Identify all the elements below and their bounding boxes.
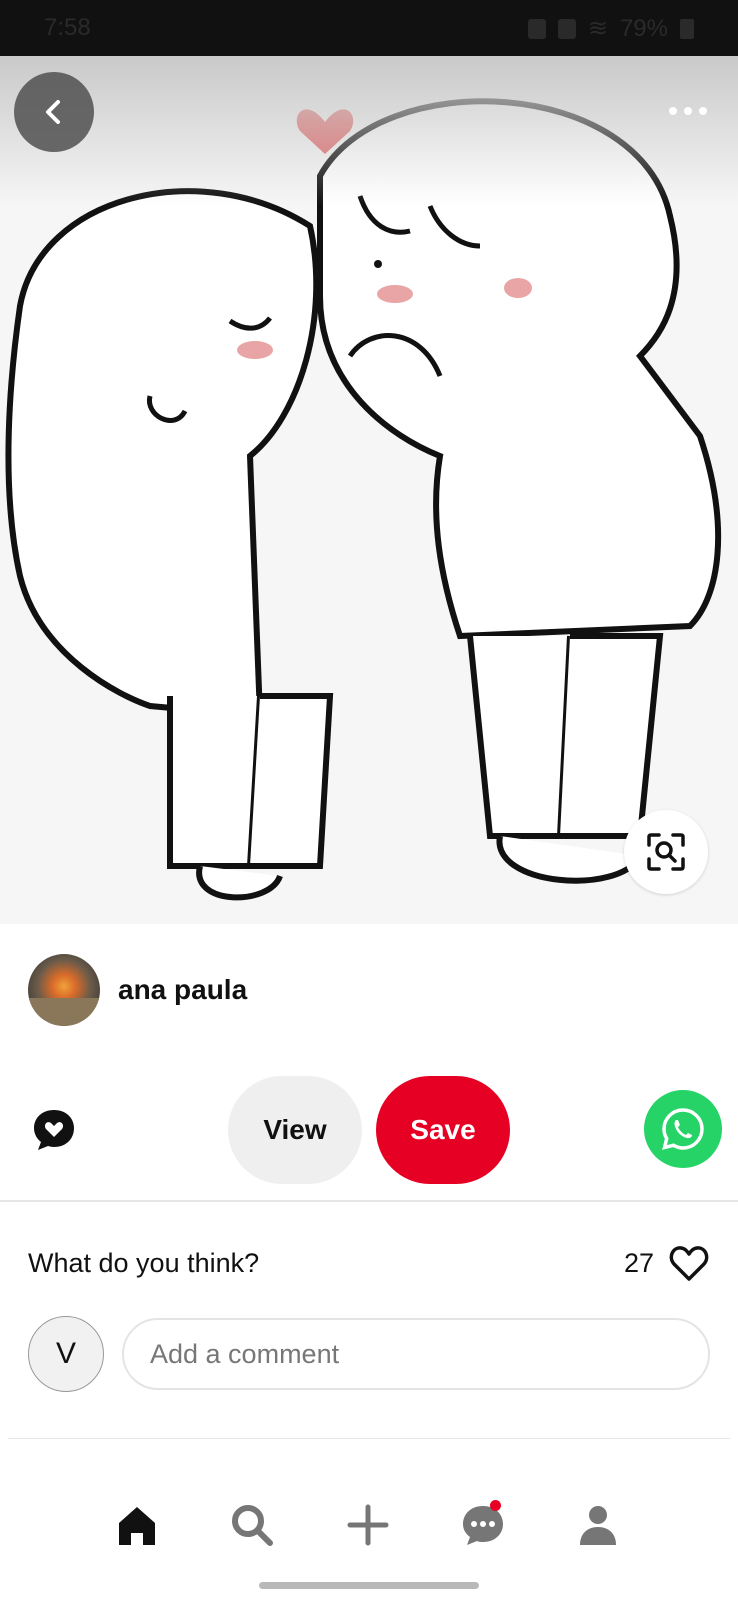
nav-divider xyxy=(8,1438,730,1439)
battery-percent: 79% xyxy=(619,14,668,42)
nav-home[interactable] xyxy=(107,1490,167,1560)
section-divider xyxy=(0,1200,738,1202)
nav-search[interactable] xyxy=(222,1490,282,1560)
comment-input[interactable] xyxy=(122,1318,710,1390)
current-user-avatar[interactable]: V xyxy=(28,1316,104,1392)
view-button[interactable]: View xyxy=(228,1076,362,1184)
battery-icon xyxy=(680,18,694,39)
author-name[interactable]: ana paula xyxy=(118,974,247,1006)
chevron-left-icon xyxy=(46,100,60,124)
more-options-button[interactable] xyxy=(658,86,718,136)
like-button[interactable] xyxy=(668,1244,710,1284)
add-comment-row: V xyxy=(28,1316,710,1396)
bottom-navigation xyxy=(0,1490,738,1570)
comment-button[interactable] xyxy=(30,1106,78,1154)
notification-dot xyxy=(490,1500,501,1511)
back-button[interactable] xyxy=(14,72,94,152)
home-icon xyxy=(119,1507,155,1545)
wifi-icon: ≋ xyxy=(587,15,608,42)
author-row[interactable]: ana paula xyxy=(28,954,247,1026)
ellipsis-icon xyxy=(669,107,707,115)
plus-icon xyxy=(347,1504,389,1546)
comment-heart-icon xyxy=(34,1110,74,1150)
lens-search-icon xyxy=(647,833,685,871)
home-indicator xyxy=(259,1582,479,1589)
visual-search-button[interactable] xyxy=(624,810,708,894)
alarm-icon xyxy=(557,18,576,39)
status-bar: 7:58 ≋ 79% xyxy=(0,0,738,56)
comments-header: What do you think? 27 xyxy=(28,1244,710,1284)
pin-image[interactable] xyxy=(0,56,738,924)
search-icon xyxy=(232,1505,273,1546)
image-overlay-gradient xyxy=(0,56,738,206)
status-time: 7:58 xyxy=(44,14,91,41)
nav-create[interactable] xyxy=(338,1490,398,1560)
profile-icon xyxy=(580,1506,616,1545)
heart-icon xyxy=(669,1246,709,1281)
sim-icon xyxy=(527,18,546,39)
comments-prompt: What do you think? xyxy=(28,1248,260,1278)
save-button[interactable]: Save xyxy=(376,1076,510,1184)
whatsapp-icon xyxy=(662,1108,704,1150)
author-avatar[interactable] xyxy=(28,954,100,1026)
whatsapp-share-button[interactable] xyxy=(644,1090,722,1168)
nav-messages[interactable] xyxy=(453,1490,513,1560)
status-icons: ≋ 79% xyxy=(527,14,694,43)
likes-count: 27 xyxy=(623,1248,654,1278)
action-bar: View Save xyxy=(0,1076,738,1184)
nav-profile[interactable] xyxy=(568,1490,628,1560)
